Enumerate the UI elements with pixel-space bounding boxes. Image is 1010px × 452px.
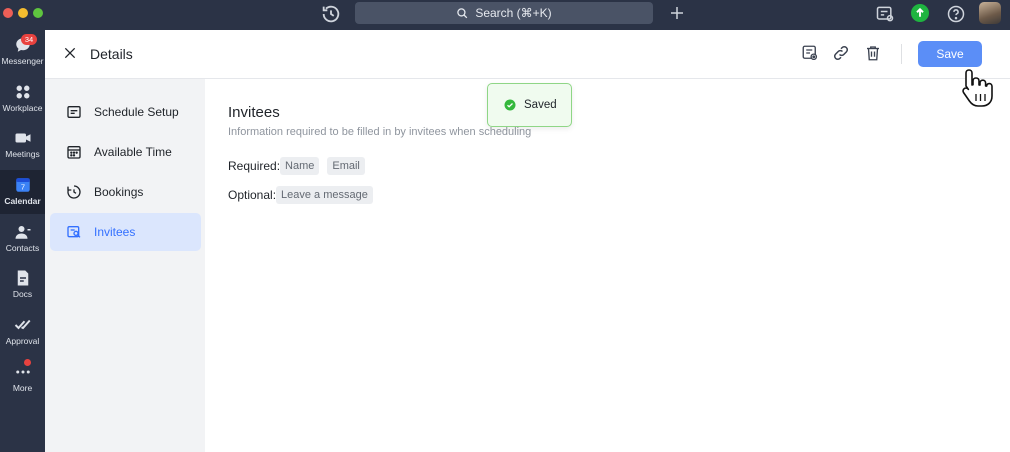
nav-item-available-time[interactable]: Available Time — [50, 133, 201, 171]
toast-text: Saved — [524, 99, 557, 111]
title-bar: Search (⌘+K) — [0, 0, 1010, 30]
app-rail: 34 Messenger Workplace Meetings 7 Calend… — [0, 30, 45, 452]
search-bar[interactable]: Search (⌘+K) — [355, 2, 653, 24]
nav-label-available-time: Available Time — [94, 145, 172, 159]
rail-label-more: More — [12, 383, 33, 393]
field-chip: Email — [327, 157, 365, 175]
page-title: Details — [90, 46, 133, 62]
details-sidenav: Schedule Setup Available Time Bookings I… — [45, 79, 205, 452]
rail-item-workplace[interactable]: Workplace — [0, 77, 45, 121]
optional-fields-row: Optional: Leave a message — [228, 186, 381, 204]
rail-label-contacts: Contacts — [5, 243, 40, 253]
upload-icon[interactable] — [911, 4, 929, 22]
invitees-icon — [67, 226, 81, 238]
task-check-icon[interactable] — [875, 4, 895, 24]
nav-label-schedule-setup: Schedule Setup — [94, 105, 179, 119]
field-chip: Name — [280, 157, 320, 175]
window-minimize-button[interactable] — [18, 8, 28, 18]
schedule-setup-icon — [67, 106, 81, 118]
rail-label-calendar: Calendar — [4, 196, 41, 206]
nav-label-bookings: Bookings — [94, 185, 144, 199]
close-icon[interactable] — [63, 46, 77, 60]
video-camera-icon — [15, 133, 30, 143]
panel-header: Details Save — [45, 30, 1010, 79]
window-zoom-button[interactable] — [33, 8, 43, 18]
required-fields-row: Required: Name Email — [228, 157, 373, 175]
plus-icon[interactable] — [668, 4, 686, 22]
header-divider — [901, 44, 902, 64]
rail-item-more[interactable]: More — [0, 357, 45, 401]
docs-icon — [17, 270, 28, 286]
nav-item-schedule-setup[interactable]: Schedule Setup — [50, 93, 201, 131]
optional-label: Optional: — [228, 188, 277, 202]
section-description: Information required to be filled in by … — [228, 126, 532, 138]
save-button[interactable]: Save — [918, 41, 982, 67]
help-icon[interactable] — [946, 4, 966, 24]
avatar[interactable] — [979, 2, 1001, 24]
history-icon[interactable] — [320, 3, 342, 25]
rail-item-calendar[interactable]: 7 Calendar — [0, 170, 45, 214]
window-close-button[interactable] — [3, 8, 13, 18]
approval-check-icon — [14, 319, 30, 330]
workplace-icon — [16, 85, 29, 99]
rail-label-meetings: Meetings — [5, 149, 40, 159]
nav-label-invitees: Invitees — [94, 225, 136, 239]
rail-item-meetings[interactable]: Meetings — [0, 123, 45, 167]
calendar-grid-icon — [67, 146, 81, 159]
hand-pointer-icon — [962, 69, 993, 107]
nav-item-bookings[interactable]: Bookings — [50, 173, 201, 211]
saved-toast: Saved — [487, 83, 572, 127]
rail-item-messenger[interactable]: 34 Messenger — [0, 30, 45, 74]
link-icon[interactable] — [832, 44, 850, 62]
calendar-day: 7 — [20, 183, 24, 192]
search-label: Search (⌘+K) — [475, 6, 552, 20]
nav-item-invitees[interactable]: Invitees — [50, 213, 201, 251]
preview-icon[interactable] — [801, 44, 819, 62]
rail-item-approval[interactable]: Approval — [0, 310, 45, 354]
rail-label-approval: Approval — [5, 336, 40, 346]
section-title: Invitees — [228, 104, 280, 121]
field-chip: Leave a message — [276, 186, 373, 204]
search-icon — [457, 7, 468, 18]
trash-icon[interactable] — [864, 44, 882, 62]
notification-dot — [24, 359, 31, 366]
rail-label-workplace: Workplace — [2, 103, 43, 113]
rail-item-contacts[interactable]: Contacts — [0, 217, 45, 261]
required-label: Required: — [228, 159, 281, 173]
contacts-icon — [15, 226, 30, 239]
rail-item-docs[interactable]: Docs — [0, 263, 45, 307]
clock-icon — [67, 185, 81, 199]
calendar-icon: 7 — [15, 178, 30, 192]
unread-badge: 34 — [21, 34, 37, 45]
success-check-icon — [504, 99, 516, 111]
rail-label-docs: Docs — [12, 289, 33, 299]
rail-label-messenger: Messenger — [1, 56, 44, 66]
